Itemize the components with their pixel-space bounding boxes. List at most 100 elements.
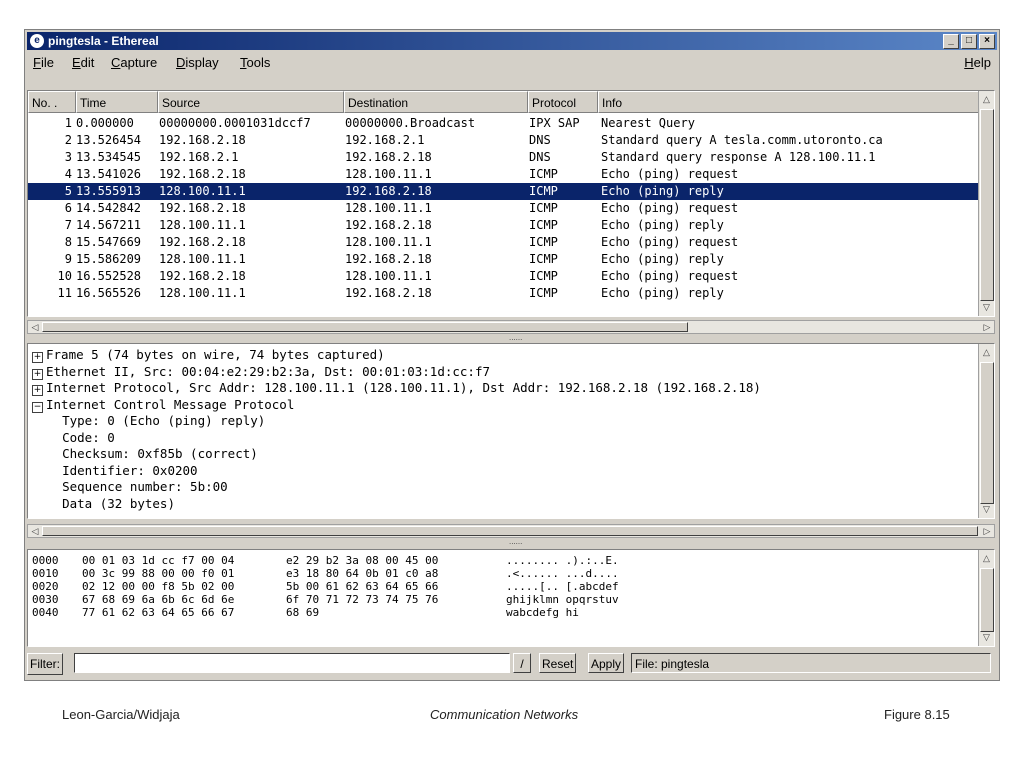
filter-bar: Filter: / Reset Apply File: pingtesla xyxy=(27,650,997,675)
collapse-icon[interactable]: − xyxy=(32,401,43,413)
filter-button[interactable]: Filter: xyxy=(27,653,63,675)
detail-tree-item[interactable]: Type: 0 (Echo (ping) reply) xyxy=(32,413,265,429)
scroll-down-icon[interactable]: ▽ xyxy=(980,503,993,516)
packet-cell-no: 6 xyxy=(64,201,72,215)
packet-row[interactable]: 6 14.542842 192.168.2.18 128.100.11.1 ICMP Ec… xyxy=(28,200,978,217)
packet-row[interactable]: 1 0.000000 00000000.0001031dccf7 00000000.B… xyxy=(28,115,978,132)
scroll-up-icon[interactable]: △ xyxy=(980,346,993,359)
filter-input[interactable] xyxy=(74,653,510,673)
packet-row[interactable]: 4 13.541026 192.168.2.18 128.100.11.1 ICMP Ec… xyxy=(28,166,978,183)
detail-tree-text: Type: 0 (Echo (ping) reply) xyxy=(32,413,266,428)
hscroll-thumb[interactable] xyxy=(42,322,688,332)
maximize-icon[interactable]: □ xyxy=(961,34,977,49)
detail-tree-item[interactable]: Code: 0 xyxy=(32,430,115,446)
expand-icon[interactable]: + xyxy=(32,385,43,396)
detail-tree-text: Frame 5 (74 bytes on wire, 74 bytes capt… xyxy=(46,347,385,362)
packet-cell-src: 192.168.2.18 xyxy=(159,269,246,283)
packet-cell-no: 8 xyxy=(64,235,72,249)
packet-cell-time: 15.547669 xyxy=(76,235,142,249)
scroll-left-icon[interactable]: ◁ xyxy=(29,525,41,537)
scroll-down-icon[interactable]: ▽ xyxy=(980,631,993,644)
packet-row[interactable]: 2 13.526454 192.168.2.18 192.168.2.1 DNS Stan… xyxy=(28,132,978,149)
scroll-up-icon[interactable]: △ xyxy=(980,552,993,565)
packet-cell-time: 16.565526 xyxy=(76,286,142,300)
scroll-right-icon[interactable]: ▷ xyxy=(981,321,993,333)
packet-cell-dst: 192.168.2.18 xyxy=(345,184,432,198)
detail-tree-item[interactable]: Checksum: 0xf85b (correct) xyxy=(32,446,258,462)
detail-tree-item[interactable]: + Ethernet II, Src: 00:04:e2:29:b2:3a, Ds… xyxy=(32,364,490,380)
hex-ascii: ghijklmn opqrstuv xyxy=(506,593,619,606)
detail-tree: + Frame 5 (74 bytes on wire, 74 bytes cap… xyxy=(28,344,978,518)
expand-icon[interactable]: + xyxy=(32,352,43,363)
packet-row[interactable]: 3 13.534545 192.168.2.1 192.168.2.18 DNS Stan… xyxy=(28,149,978,166)
packet-cell-info: Standard query response A 128.100.11.1 xyxy=(601,150,876,164)
packet-list-vscroll[interactable]: △ ▽ xyxy=(978,91,994,316)
pane-splitter-grip[interactable]: ...... xyxy=(509,334,549,342)
filter-dropdown-icon[interactable]: / xyxy=(513,653,531,673)
close-icon[interactable]: × xyxy=(979,34,995,49)
hex-hex2: e3 18 80 64 0b 01 c0 a8 xyxy=(286,567,439,580)
packet-row[interactable]: 8 15.547669 192.168.2.18 128.100.11.1 ICMP Ec… xyxy=(28,234,978,251)
column-header-source[interactable]: Source xyxy=(158,91,344,113)
packet-row[interactable]: 11 16.565526 128.100.11.1 192.168.2.18 ICMP E… xyxy=(28,285,978,302)
menu-display[interactable]: Display xyxy=(176,52,219,74)
hex-hex1: 67 68 69 6a 6b 6c 6d 6e xyxy=(82,593,235,606)
scroll-right-icon[interactable]: ▷ xyxy=(981,525,993,537)
packet-detail-pane: + Frame 5 (74 bytes on wire, 74 bytes cap… xyxy=(27,343,995,519)
detail-tree-item[interactable]: − Internet Control Message Protocol xyxy=(32,397,294,413)
column-header-destination[interactable]: Destination xyxy=(344,91,528,113)
packet-cell-src: 00000000.0001031dccf7 xyxy=(159,116,311,130)
packet-cell-proto: ICMP xyxy=(529,235,558,249)
scroll-down-icon[interactable]: ▽ xyxy=(980,301,993,314)
detail-tree-text: Internet Control Message Protocol xyxy=(46,396,295,412)
hex-ascii: .<...... ...d.... xyxy=(506,567,619,580)
column-header-protocol[interactable]: Protocol xyxy=(528,91,598,113)
minimize-icon[interactable]: _ xyxy=(943,34,959,49)
hex-offset: 0030 xyxy=(32,593,59,606)
menu-tools[interactable]: Tools xyxy=(240,52,270,74)
detail-hscroll[interactable]: ◁ ▷ xyxy=(27,524,995,538)
title-bar[interactable]: e pingtesla - Ethereal _ □ × xyxy=(27,32,997,50)
detail-tree-item[interactable]: + Internet Protocol, Src Addr: 128.100.11… xyxy=(32,380,761,396)
expand-icon[interactable]: + xyxy=(32,368,43,380)
column-header-no[interactable]: No. . xyxy=(28,91,76,113)
menu-help[interactable]: Help xyxy=(964,52,991,74)
scroll-thumb[interactable] xyxy=(980,109,994,301)
detail-tree-text: Code: 0 xyxy=(32,429,115,445)
detail-tree-item[interactable]: Identifier: 0x0200 xyxy=(32,463,197,479)
menu-file[interactable]: File xyxy=(33,52,54,74)
detail-vscroll[interactable]: △ ▽ xyxy=(978,344,994,518)
hex-ascii: ........ .).:..E. xyxy=(506,554,619,567)
packet-list-hscroll[interactable]: ◁ ▷ xyxy=(27,320,995,334)
menu-edit[interactable]: Edit xyxy=(72,52,94,74)
packet-cell-no: 9 xyxy=(64,252,72,266)
pane-splitter-grip[interactable]: ...... xyxy=(509,538,549,546)
hex-hex2: 5b 00 61 62 63 64 65 66 xyxy=(286,580,439,593)
detail-tree-item[interactable]: Data (32 bytes) xyxy=(32,496,175,512)
apply-button[interactable]: Apply xyxy=(588,653,625,673)
packet-cell-info: Echo (ping) reply xyxy=(601,252,724,266)
packet-cell-info: Nearest Query xyxy=(601,116,695,130)
detail-tree-item[interactable]: Sequence number: 5b:00 xyxy=(32,479,228,495)
hscroll-thumb[interactable] xyxy=(42,526,978,536)
packet-row[interactable]: 5 13.555913 128.100.11.1 192.168.2.18 ICMP Ec… xyxy=(28,183,978,200)
packet-row[interactable]: 7 14.567211 128.100.11.1 192.168.2.18 ICMP Ec… xyxy=(28,217,978,234)
hex-vscroll[interactable]: △ ▽ xyxy=(978,550,994,646)
scroll-thumb[interactable] xyxy=(980,362,994,504)
packet-cell-time: 13.534545 xyxy=(76,150,142,164)
packet-row[interactable]: 10 16.552528 192.168.2.18 128.100.11.1 ICMP E… xyxy=(28,268,978,285)
scroll-up-icon[interactable]: △ xyxy=(980,93,993,106)
packet-row[interactable]: 9 15.586209 128.100.11.1 192.168.2.18 ICMP Ec… xyxy=(28,251,978,268)
column-header-info[interactable]: Info xyxy=(598,91,978,113)
scroll-left-icon[interactable]: ◁ xyxy=(29,321,41,333)
packet-cell-time: 15.586209 xyxy=(76,252,142,266)
packet-cell-info: Echo (ping) reply xyxy=(601,286,724,300)
detail-tree-item[interactable]: + Frame 5 (74 bytes on wire, 74 bytes cap… xyxy=(32,347,385,363)
caption-figure-number: Figure 8.15 xyxy=(884,707,950,722)
packet-cell-time: 13.555913 xyxy=(76,184,142,198)
reset-button[interactable]: Reset xyxy=(539,653,577,673)
hex-dump-pane: 0000 00 01 03 1d cc f7 00 04 e2 29 b2 3a 0… xyxy=(27,549,995,647)
column-header-time[interactable]: Time xyxy=(76,91,158,113)
scroll-thumb[interactable] xyxy=(980,568,994,632)
menu-capture[interactable]: Capture xyxy=(111,52,157,74)
